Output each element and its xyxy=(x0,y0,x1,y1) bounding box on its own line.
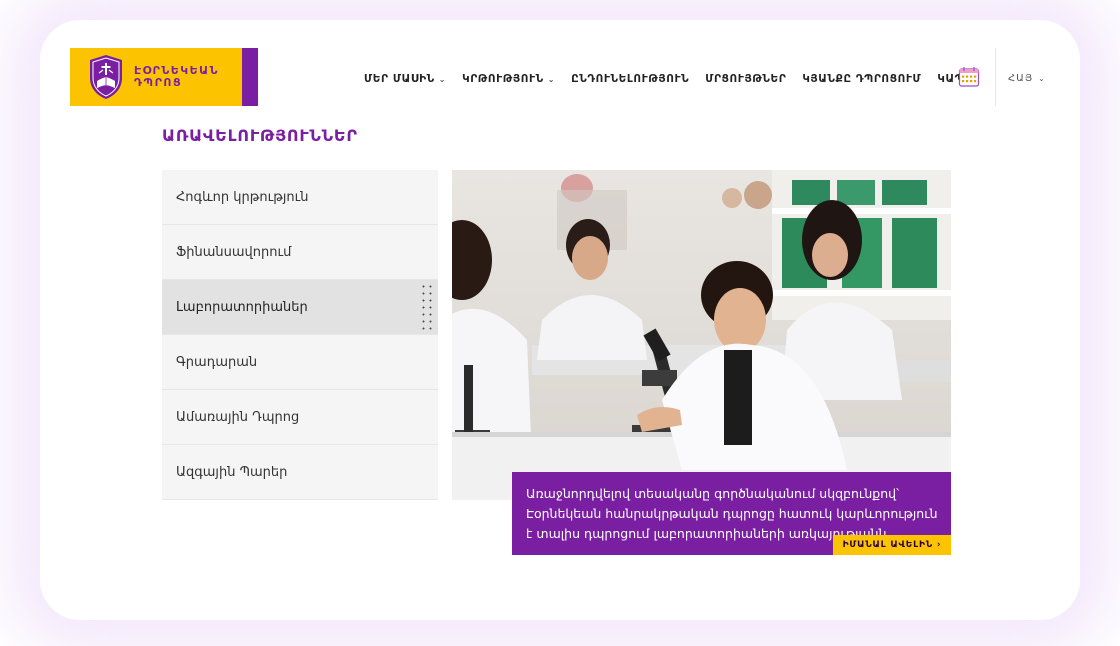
menu-item-summer-school[interactable]: Ամառային Դպրոց xyxy=(162,390,438,445)
menu-item-national-dances[interactable]: Ազգային Պարեր xyxy=(162,445,438,500)
menu-item-label: Լաբորատորիաներ xyxy=(176,299,308,315)
chevron-down-icon: ⌄ xyxy=(547,74,556,84)
main-navigation: ՄԵՐ ՄԱՍԻՆ ⌄ ԿՐԹՈՒԹՅՈՒՆ ⌄ ԸՆԴՈՒՆԵԼՈՒԹՅՈՒՆ… xyxy=(364,72,980,86)
page-card: ԷՕՐՆԵԿԵԱՆ ԴՊՐՈՑ ՄԵՐ ՄԱՍԻՆ ⌄ ԿՐԹՈՒԹՅՈՒՆ ⌄… xyxy=(70,48,1050,572)
nav-item-competitions[interactable]: ՄՐՑՈՒՅԹՆԵՐ xyxy=(705,73,786,85)
nav-item-school-life[interactable]: ԿՅԱՆՔԸ ԴՊՐՈՑՈՒՄ xyxy=(802,73,921,85)
school-name: ԷՕՐՆԵԿԵԱՆ ԴՊՐՈՑ xyxy=(134,65,219,89)
nav-item-label: ԿՅԱՆՔԸ ԴՊՐՈՑՈՒՄ xyxy=(802,73,922,85)
caption-box: Առաջնորդվելով տեսականը գործնականում սկզբ… xyxy=(512,472,951,555)
section-title: ԱՌԱՎԵԼՈՒԹՅՈՒՆՆԵՐ xyxy=(162,126,358,145)
menu-item-label: Ֆինանսավորում xyxy=(176,244,292,260)
language-selector[interactable]: ՀԱՅ ⌄ xyxy=(1008,73,1046,84)
nav-item-label: ԿՐԹՈՒԹՅՈՒՆ xyxy=(462,73,544,85)
menu-item-laboratories[interactable]: Լաբորատորիաներ xyxy=(162,280,438,335)
logo-accent-strip xyxy=(242,48,258,106)
chevron-down-icon: ⌄ xyxy=(1038,74,1046,83)
calendar-icon[interactable] xyxy=(958,66,980,88)
menu-item-label: Ազգային Պարեր xyxy=(176,464,288,480)
menu-item-label: Ամառային Դպրոց xyxy=(176,409,300,425)
dot-pattern xyxy=(420,283,434,333)
read-more-button[interactable]: ԻՄԱՆԱԼ ԱՎԵԼԻՆ › xyxy=(833,535,951,555)
nav-item-label: ՄՐՑՈՒՅԹՆԵՐ xyxy=(705,73,787,85)
nav-item-label: ԸՆԴՈՒՆԵԼՈՒԹՅՈՒՆ xyxy=(571,73,690,85)
nav-item-label: ՄԵՐ ՄԱՍԻՆ xyxy=(364,73,435,85)
header-divider xyxy=(995,48,996,106)
chevron-down-icon: ⌄ xyxy=(438,74,447,84)
advantages-menu: Հոգևոր կրթություն Ֆինանսավորում Լաբորատո… xyxy=(162,170,438,500)
nav-item-admission[interactable]: ԸՆԴՈՒՆԵԼՈՒԹՅՈՒՆ xyxy=(571,73,689,85)
nav-item-about[interactable]: ՄԵՐ ՄԱՍԻՆ ⌄ xyxy=(364,73,446,85)
menu-item-financing[interactable]: Ֆինանսավորում xyxy=(162,225,438,280)
school-name-line2: ԴՊՐՈՑ xyxy=(134,76,183,89)
menu-item-label: Հոգևոր կրթություն xyxy=(176,189,309,205)
school-logo[interactable]: ԷՕՐՆԵԿԵԱՆ ԴՊՐՈՑ xyxy=(70,48,242,106)
language-label: ՀԱՅ xyxy=(1008,73,1034,84)
nav-item-education[interactable]: ԿՐԹՈՒԹՅՈՒՆ ⌄ xyxy=(462,73,555,85)
menu-item-spiritual-education[interactable]: Հոգևոր կրթություն xyxy=(162,170,438,225)
laboratory-photo xyxy=(452,170,951,500)
menu-item-library[interactable]: Գրադարան xyxy=(162,335,438,390)
menu-item-label: Գրադարան xyxy=(176,354,258,370)
school-crest-icon xyxy=(90,55,122,99)
